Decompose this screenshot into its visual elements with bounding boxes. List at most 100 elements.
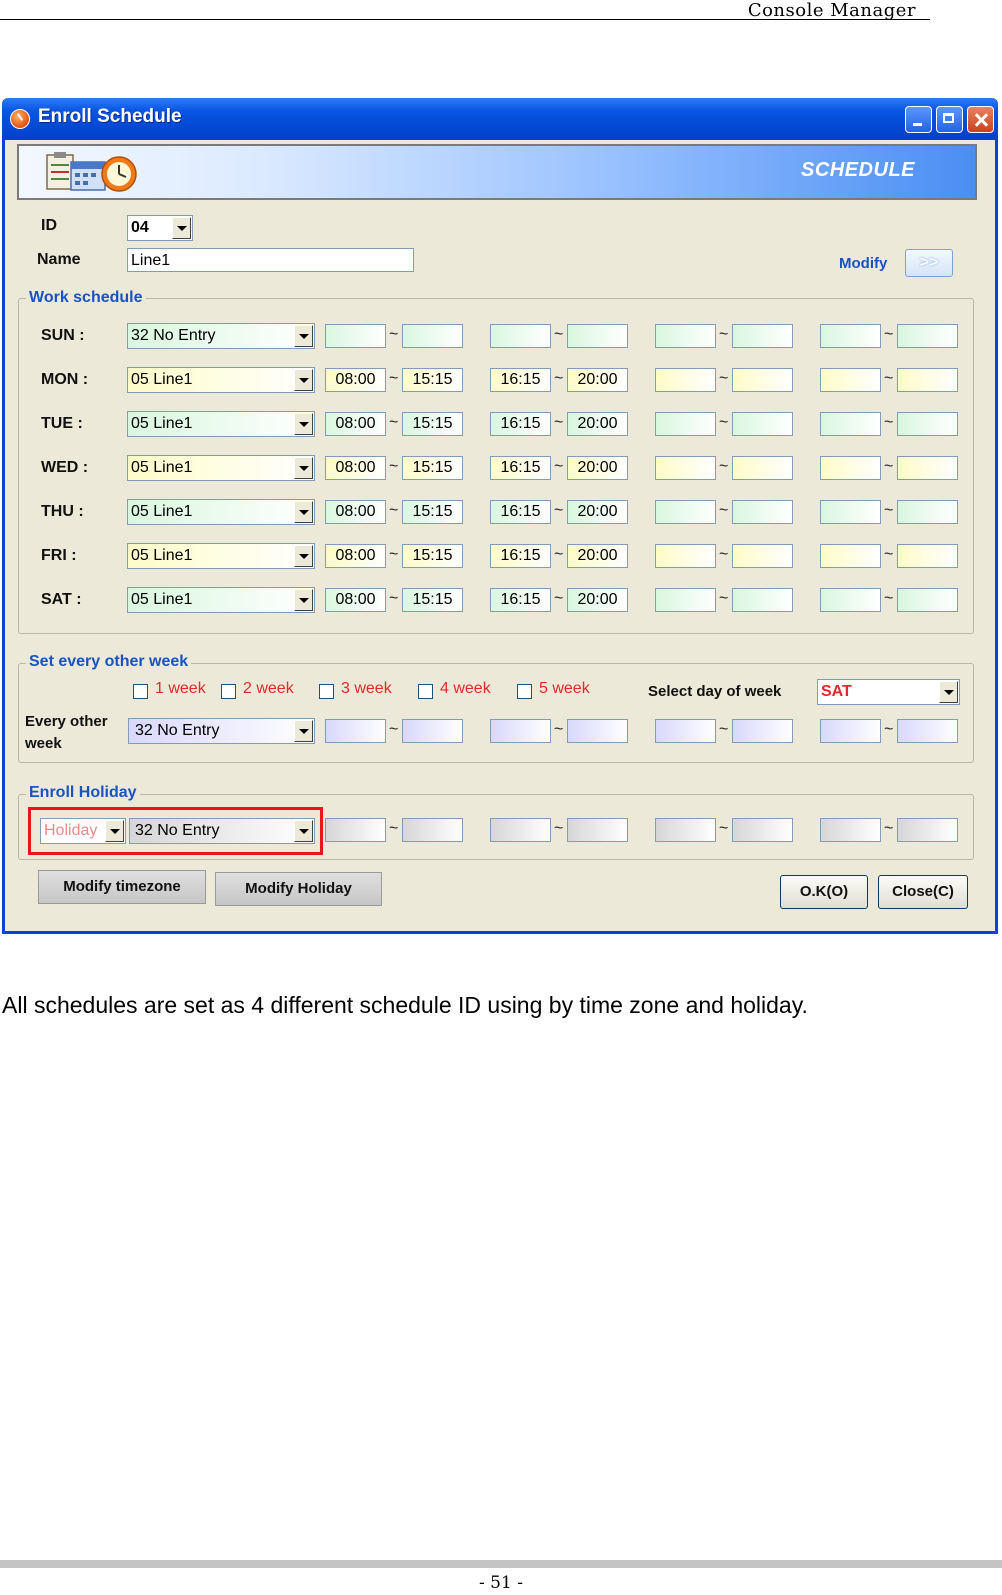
time-start-field[interactable] [820,456,881,480]
time-end-field[interactable]: 15:15 [402,500,463,524]
modify-button[interactable]: >> [905,249,953,277]
time-start-field[interactable]: 08:00 [325,456,386,480]
time-start-field[interactable] [820,544,881,568]
chevron-down-icon[interactable] [294,720,313,742]
chevron-down-icon[interactable] [172,217,191,239]
time-end-field[interactable] [732,368,793,392]
other-week-time-start-field[interactable] [655,719,716,743]
other-week-time-start-field[interactable] [820,719,881,743]
holiday-time-end-field[interactable] [897,818,958,842]
time-end-field[interactable]: 15:15 [402,588,463,612]
time-start-field[interactable]: 16:15 [490,588,551,612]
chevron-down-icon[interactable] [294,413,313,435]
ok-button[interactable]: O.K(O) [780,875,868,909]
time-start-field[interactable] [655,368,716,392]
time-start-field[interactable]: 16:15 [490,544,551,568]
time-end-field[interactable]: 20:00 [567,500,628,524]
time-end-field[interactable] [732,412,793,436]
holiday-time-end-field[interactable] [567,818,628,842]
time-start-field[interactable]: 08:00 [325,544,386,568]
time-end-field[interactable]: 15:15 [402,456,463,480]
week-checkbox[interactable] [133,684,148,699]
time-end-field[interactable]: 15:15 [402,368,463,392]
week-checkbox[interactable] [319,684,334,699]
week-checkbox[interactable] [517,684,532,699]
day-timezone-dropdown[interactable]: 05 Line1 [127,543,315,569]
time-start-field[interactable]: 16:15 [490,456,551,480]
day-timezone-dropdown[interactable]: 32 No Entry [127,323,315,349]
time-start-field[interactable] [655,544,716,568]
holiday-time-end-field[interactable] [732,818,793,842]
time-start-field[interactable] [820,412,881,436]
time-start-field[interactable]: 16:15 [490,412,551,436]
time-end-field[interactable] [732,500,793,524]
other-week-zone-dropdown[interactable]: 32 No Entry [128,718,315,744]
time-start-field[interactable]: 16:15 [490,500,551,524]
minimize-button[interactable] [905,106,932,133]
holiday-dropdown[interactable]: Holiday [40,818,126,844]
other-week-time-end-field[interactable] [567,719,628,743]
name-field[interactable]: Line1 [127,248,414,272]
other-week-time-end-field[interactable] [897,719,958,743]
time-end-field[interactable]: 15:15 [402,544,463,568]
time-start-field[interactable] [820,324,881,348]
chevron-down-icon[interactable] [294,457,313,479]
time-end-field[interactable] [897,412,958,436]
other-week-time-start-field[interactable] [325,719,386,743]
time-start-field[interactable] [490,324,551,348]
time-end-field[interactable] [732,544,793,568]
day-timezone-dropdown[interactable]: 05 Line1 [127,411,315,437]
day-timezone-dropdown[interactable]: 05 Line1 [127,367,315,393]
week-checkbox[interactable] [418,684,433,699]
time-start-field[interactable]: 08:00 [325,412,386,436]
other-week-time-start-field[interactable] [490,719,551,743]
time-start-field[interactable] [655,324,716,348]
holiday-time-end-field[interactable] [402,818,463,842]
other-week-time-end-field[interactable] [732,719,793,743]
time-end-field[interactable] [897,588,958,612]
chevron-down-icon[interactable] [105,820,124,842]
chevron-down-icon[interactable] [939,681,958,703]
time-start-field[interactable]: 08:00 [325,500,386,524]
time-end-field[interactable] [897,324,958,348]
other-week-time-end-field[interactable] [402,719,463,743]
time-end-field[interactable] [567,324,628,348]
modify-holiday-button[interactable]: Modify Holiday [215,872,382,906]
time-end-field[interactable] [732,324,793,348]
title-bar[interactable]: Enroll Schedule [2,98,998,140]
time-start-field[interactable] [655,588,716,612]
modify-timezone-button[interactable]: Modify timezone [38,870,206,904]
time-start-field[interactable] [820,500,881,524]
time-start-field[interactable] [820,368,881,392]
chevron-down-icon[interactable] [294,501,313,523]
holiday-time-start-field[interactable] [820,818,881,842]
close-window-button[interactable] [967,106,994,133]
time-end-field[interactable]: 20:00 [567,544,628,568]
time-start-field[interactable] [655,500,716,524]
day-timezone-dropdown[interactable]: 05 Line1 [127,587,315,613]
time-start-field[interactable] [655,412,716,436]
id-select[interactable]: 04 [127,215,193,241]
time-end-field[interactable] [897,500,958,524]
maximize-button[interactable] [936,106,963,133]
time-end-field[interactable] [732,456,793,480]
time-end-field[interactable]: 20:00 [567,456,628,480]
time-start-field[interactable]: 08:00 [325,368,386,392]
chevron-down-icon[interactable] [294,545,313,567]
chevron-down-icon[interactable] [294,325,313,347]
holiday-time-start-field[interactable] [325,818,386,842]
time-end-field[interactable] [897,456,958,480]
close-button[interactable]: Close(C) [878,875,968,909]
select-day-dropdown[interactable]: SAT [817,679,960,705]
holiday-time-start-field[interactable] [655,818,716,842]
time-end-field[interactable] [897,368,958,392]
time-end-field[interactable] [897,544,958,568]
day-timezone-dropdown[interactable]: 05 Line1 [127,499,315,525]
week-checkbox[interactable] [221,684,236,699]
chevron-down-icon[interactable] [294,820,313,842]
day-timezone-dropdown[interactable]: 05 Line1 [127,455,315,481]
time-end-field[interactable]: 15:15 [402,412,463,436]
time-end-field[interactable] [402,324,463,348]
holiday-zone-dropdown[interactable]: 32 No Entry [129,818,315,844]
time-end-field[interactable]: 20:00 [567,588,628,612]
